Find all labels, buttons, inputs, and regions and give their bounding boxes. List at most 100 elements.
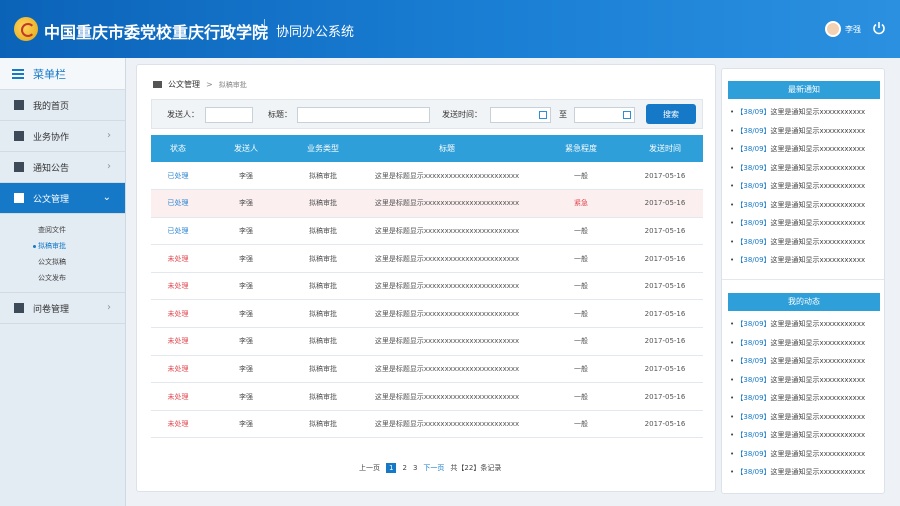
status-cell[interactable]: 未处理 xyxy=(151,355,205,384)
status-cell[interactable]: 未处理 xyxy=(151,244,205,273)
activity-item[interactable]: • 【38/09】这里是通知显示xxxxxxxxxxx xyxy=(730,408,880,427)
right-panel: 最新通知 • 【38/09】这里是通知显示xxxxxxxxxxx • 【38/09… xyxy=(721,68,885,494)
activity-item[interactable]: • 【38/09】这里是通知显示xxxxxxxxxxx xyxy=(730,463,880,482)
urgency-cell: 一般 xyxy=(535,355,627,384)
notice-item[interactable]: • 【38/09】这里是通知显示xxxxxxxxxxx xyxy=(730,159,880,178)
urgency-cell: 一般 xyxy=(535,244,627,273)
page-1-button[interactable]: 1 xyxy=(386,463,397,473)
activity-item[interactable]: • 【38/09】这里是通知显示xxxxxxxxxxx xyxy=(730,445,880,464)
status-cell[interactable]: 未处理 xyxy=(151,327,205,356)
user-avatar[interactable] xyxy=(825,21,841,37)
sidebar-item-surveys[interactable]: 问卷管理 › xyxy=(0,293,125,324)
table-row[interactable]: 未处理 李强 拟稿审批 这里是标题显示xxxxxxxxxxxxxxxxxxxxxxx 一… xyxy=(151,410,703,439)
table-row[interactable]: 未处理 李强 拟稿审批 这里是标题显示xxxxxxxxxxxxxxxxxxxxxxx 一… xyxy=(151,244,703,273)
page-2-button[interactable]: 2 xyxy=(402,464,406,472)
sender-input[interactable] xyxy=(205,107,253,123)
item-date: 【38/09】 xyxy=(736,468,771,476)
prev-page-link[interactable]: 上一页 xyxy=(359,463,380,473)
type-cell: 拟稿审批 xyxy=(287,382,359,411)
activity-item[interactable]: • 【38/09】这里是通知显示xxxxxxxxxxx xyxy=(730,352,880,371)
table-row[interactable]: 未处理 李强 拟稿审批 这里是标题显示xxxxxxxxxxxxxxxxxxxxxxx 一… xyxy=(151,327,703,356)
activity-item[interactable]: • 【38/09】这里是通知显示xxxxxxxxxxx xyxy=(730,334,880,353)
type-cell: 拟稿审批 xyxy=(287,162,359,191)
column-header: 标题 xyxy=(359,135,535,162)
status-cell[interactable]: 未处理 xyxy=(151,382,205,411)
title-cell[interactable]: 这里是标题显示xxxxxxxxxxxxxxxxxxxxxxx xyxy=(359,327,535,356)
home-icon xyxy=(14,100,24,110)
table-row[interactable]: 已处理 李强 拟稿审批 这里是标题显示xxxxxxxxxxxxxxxxxxxxxxx 一… xyxy=(151,162,703,191)
title-cell[interactable]: 这里是标题显示xxxxxxxxxxxxxxxxxxxxxxx xyxy=(359,355,535,384)
status-cell[interactable]: 已处理 xyxy=(151,189,205,218)
table-row[interactable]: 未处理 李强 拟稿审批 这里是标题显示xxxxxxxxxxxxxxxxxxxxxxx 一… xyxy=(151,355,703,384)
item-text: 这里是通知显示xxxxxxxxxxx xyxy=(770,449,866,458)
briefcase-icon xyxy=(14,131,24,141)
date-cell: 2017-05-16 xyxy=(627,162,703,191)
username[interactable]: 李强 xyxy=(845,24,861,35)
notice-item[interactable]: • 【38/09】这里是通知显示xxxxxxxxxxx xyxy=(730,122,880,141)
title-cell[interactable]: 这里是标题显示xxxxxxxxxxxxxxxxxxxxxxx xyxy=(359,217,535,246)
submenu-item-draft-approval[interactable]: 拟稿审批 xyxy=(0,238,125,254)
search-button[interactable]: 搜索 xyxy=(646,104,696,124)
table-row[interactable]: 已处理 李强 拟稿审批 这里是标题显示xxxxxxxxxxxxxxxxxxxxxxx 紧… xyxy=(151,189,703,218)
sidebar-item-collaboration[interactable]: 业务协作 › xyxy=(0,121,125,152)
notice-item[interactable]: • 【38/09】这里是通知显示xxxxxxxxxxx xyxy=(730,233,880,252)
menu-icon[interactable] xyxy=(12,68,24,79)
title-cell[interactable]: 这里是标题显示xxxxxxxxxxxxxxxxxxxxxxx xyxy=(359,410,535,439)
activity-item[interactable]: • 【38/09】这里是通知显示xxxxxxxxxxx xyxy=(730,315,880,334)
documents-submenu: 查阅文件 拟稿审批 公文拟稿 公文发布 xyxy=(0,214,125,293)
notice-item[interactable]: • 【38/09】这里是通知显示xxxxxxxxxxx xyxy=(730,177,880,196)
table-row[interactable]: 未处理 李强 拟稿审批 这里是标题显示xxxxxxxxxxxxxxxxxxxxxxx 一… xyxy=(151,382,703,411)
title-cell[interactable]: 这里是标题显示xxxxxxxxxxxxxxxxxxxxxxx xyxy=(359,382,535,411)
notice-item[interactable]: • 【38/09】这里是通知显示xxxxxxxxxxx xyxy=(730,140,880,159)
status-cell[interactable]: 未处理 xyxy=(151,410,205,439)
notice-item[interactable]: • 【38/09】这里是通知显示xxxxxxxxxxx xyxy=(730,251,880,270)
activity-item[interactable]: • 【38/09】这里是通知显示xxxxxxxxxxx xyxy=(730,426,880,445)
sender-cell: 李强 xyxy=(205,382,287,411)
submenu-item-publish-document[interactable]: 公文发布 xyxy=(0,270,125,286)
title-input[interactable] xyxy=(297,107,430,123)
status-cell[interactable]: 未处理 xyxy=(151,272,205,301)
item-date: 【38/09】 xyxy=(736,200,771,209)
calendar-icon[interactable] xyxy=(539,111,547,119)
title-cell[interactable]: 这里是标题显示xxxxxxxxxxxxxxxxxxxxxxx xyxy=(359,162,535,191)
activity-item[interactable]: • 【38/09】这里是通知显示xxxxxxxxxxx xyxy=(730,389,880,408)
power-icon[interactable] xyxy=(872,21,886,35)
sender-cell: 李强 xyxy=(205,272,287,301)
page-3-button[interactable]: 3 xyxy=(413,464,417,472)
notice-item[interactable]: • 【38/09】这里是通知显示xxxxxxxxxxx xyxy=(730,196,880,215)
urgency-cell: 一般 xyxy=(535,217,627,246)
title-cell[interactable]: 这里是标题显示xxxxxxxxxxxxxxxxxxxxxxx xyxy=(359,272,535,301)
sidebar-item-notices[interactable]: 通知公告 › xyxy=(0,152,125,183)
status-cell[interactable]: 已处理 xyxy=(151,162,205,191)
activity-item[interactable]: • 【38/09】这里是通知显示xxxxxxxxxxx xyxy=(730,371,880,390)
calendar-icon[interactable] xyxy=(623,111,631,119)
notice-item[interactable]: • 【38/09】这里是通知显示xxxxxxxxxxx xyxy=(730,214,880,233)
breadcrumb-root[interactable]: 公文管理 xyxy=(168,79,200,90)
table-row[interactable]: 已处理 李强 拟稿审批 这里是标题显示xxxxxxxxxxxxxxxxxxxxxxx 一… xyxy=(151,217,703,246)
sender-cell: 李强 xyxy=(205,189,287,218)
item-text: 这里是通知显示xxxxxxxxxxx xyxy=(770,182,866,190)
sidebar-item-home[interactable]: 我的首页 xyxy=(0,90,125,121)
title-cell[interactable]: 这里是标题显示xxxxxxxxxxxxxxxxxxxxxxx xyxy=(359,299,535,329)
submenu-item-view-files[interactable]: 查阅文件 xyxy=(0,222,125,238)
status-cell[interactable]: 未处理 xyxy=(151,299,205,329)
date-from-input[interactable] xyxy=(490,107,551,123)
submenu-item-draft-document[interactable]: 公文拟稿 xyxy=(0,254,125,270)
title-cell[interactable]: 这里是标题显示xxxxxxxxxxxxxxxxxxxxxxx xyxy=(359,189,535,218)
item-date: 【38/09】 xyxy=(736,394,771,402)
notice-item[interactable]: • 【38/09】这里是通知显示xxxxxxxxxxx xyxy=(730,103,880,122)
status-cell[interactable]: 已处理 xyxy=(151,217,205,246)
sidebar-item-label: 我的首页 xyxy=(33,101,70,112)
date-cell: 2017-05-16 xyxy=(627,217,703,246)
table-row[interactable]: 未处理 李强 拟稿审批 这里是标题显示xxxxxxxxxxxxxxxxxxxxxxx 一… xyxy=(151,299,703,329)
school-name: 中国重庆市委党校重庆行政学院 xyxy=(44,23,269,42)
title-cell[interactable]: 这里是标题显示xxxxxxxxxxxxxxxxxxxxxxx xyxy=(359,244,535,273)
sidebar-item-documents[interactable]: 公文管理 ⌄ xyxy=(0,183,125,214)
sender-cell: 李强 xyxy=(205,162,287,191)
next-page-link[interactable]: 下一页 xyxy=(423,463,444,473)
date-to-input[interactable] xyxy=(574,107,635,123)
record-count: 共【22】条记录 xyxy=(450,464,502,472)
type-cell: 拟稿审批 xyxy=(287,327,359,356)
breadcrumb: 公文管理 > 拟稿审批 xyxy=(153,79,247,90)
table-row[interactable]: 未处理 李强 拟稿审批 这里是标题显示xxxxxxxxxxxxxxxxxxxxxxx 一… xyxy=(151,272,703,301)
